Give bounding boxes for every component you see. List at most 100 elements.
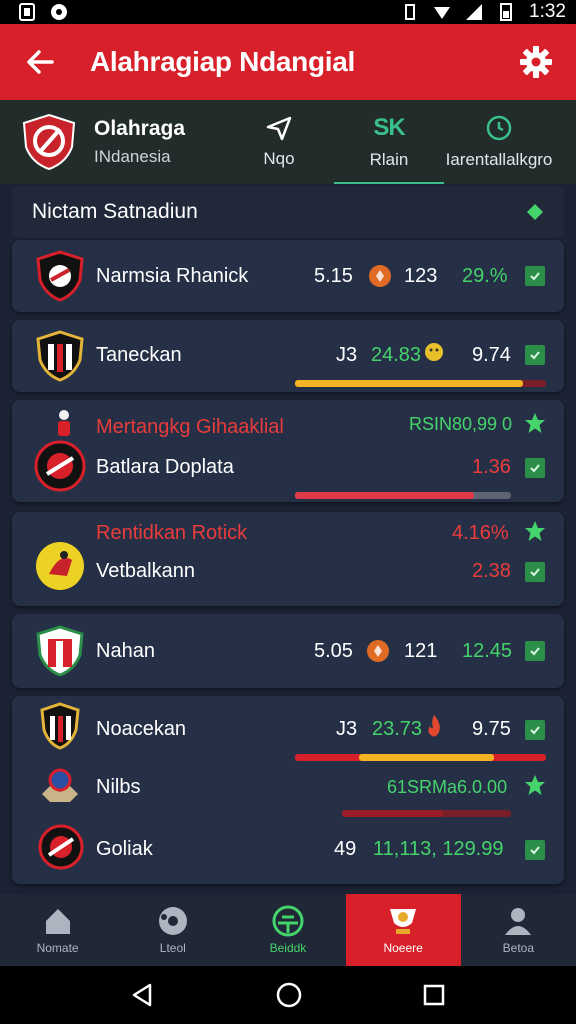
star-icon[interactable] [524, 774, 546, 796]
check-icon[interactable] [525, 345, 545, 365]
score-value: 9.75 [472, 718, 511, 740]
team-logo-icon [40, 702, 80, 750]
odds-value: 2.38 [472, 560, 511, 582]
team-logo-icon [38, 824, 84, 870]
nav-trophy[interactable]: Noeere [345, 894, 461, 966]
team-name: Narmsia Rhanick [96, 265, 249, 287]
match-card[interactable]: Taneckan J3 24.83 9.74 [12, 320, 564, 392]
match-row[interactable]: Goliak 49 11,113, 129.99 [12, 818, 564, 878]
ball-icon [369, 265, 391, 287]
league-header: Olahraga INdanesia Nqo SK Rlain Iarental… [0, 100, 576, 184]
odds-value: 1.36 [472, 456, 511, 478]
check-icon[interactable] [525, 840, 545, 860]
home-circle-icon[interactable] [275, 981, 303, 1009]
nav-stadium[interactable]: Beiddk [230, 894, 345, 966]
tab-label: Iarentallalkgro [445, 150, 553, 169]
tab-label: Nqo [263, 149, 295, 168]
progress-bar [295, 380, 523, 387]
percent-value: 12.45 [462, 640, 513, 662]
app-screen: 1:32 Alahragiap Ndangial Olahraga INdane… [0, 0, 576, 1024]
check-icon[interactable] [525, 458, 545, 478]
score-value: 5.05 [314, 640, 353, 662]
check-icon[interactable] [525, 641, 545, 661]
nav-label: Lteol [159, 941, 186, 955]
league-crest-icon [22, 113, 76, 171]
team-logo-icon [36, 625, 84, 677]
emoji-icon [425, 343, 443, 361]
check-icon[interactable] [525, 562, 545, 582]
section-header[interactable]: Nictam Satnadiun [12, 186, 564, 238]
promo-value: 4.16% [452, 522, 509, 544]
recents-square-icon[interactable] [422, 983, 446, 1007]
team-logo-icon [34, 440, 86, 492]
status-bar: 1:32 [0, 0, 576, 24]
score-value: 49 [334, 838, 357, 860]
promo-value: 61SRMa6.0.00 [387, 777, 508, 797]
team-name: Vetbalkann [96, 560, 195, 582]
battery-icon [500, 3, 513, 21]
send-icon [266, 116, 292, 141]
player-icon [58, 410, 70, 436]
star-icon[interactable] [524, 412, 546, 434]
score-value: J3 [336, 344, 358, 366]
nav-live[interactable]: Lteol [115, 894, 230, 966]
nav-profile[interactable]: Betoa [461, 894, 576, 966]
page-title: Alahragiap Ndangial [90, 46, 356, 77]
system-navigation [0, 966, 576, 1024]
ball-icon [367, 640, 389, 662]
score-value: 123 [404, 265, 438, 287]
promo-title: Mertangkg Gihaaklial [96, 416, 284, 438]
match-row[interactable]: Nilbs 61SRMa6.0.00 [12, 758, 564, 818]
tab-label: Rlain [369, 150, 409, 169]
bottom-navigation: Nomate Lteol Beiddk Noeere Betoa [0, 894, 576, 966]
nav-home[interactable]: Nomate [0, 894, 115, 966]
tab-nqo[interactable]: Nqo [224, 100, 334, 184]
check-icon[interactable] [525, 720, 545, 740]
arrow-left-icon [27, 50, 54, 74]
match-card[interactable]: Mertangkg Gihaaklial RSIN80,99 0 Batlara… [12, 400, 564, 502]
match-card[interactable]: Nahan 5.05 121 12.45 [12, 614, 564, 688]
star-icon[interactable] [524, 520, 546, 542]
league-country: INdanesia [94, 147, 171, 166]
fire-icon [428, 715, 440, 737]
app-bar: Alahragiap Ndangial [0, 24, 576, 100]
status-time: 1:32 [529, 1, 566, 22]
team-logo-icon [42, 768, 78, 802]
wifi-icon [434, 7, 451, 19]
tab-bar: Nqo SK Rlain Iarentallalkgro [224, 100, 576, 184]
team-name: Batlara Doplata [96, 456, 234, 478]
match-card[interactable]: Rentidkan Rotick 4.16% Vetbalkann 2.38 [12, 512, 564, 606]
back-button[interactable] [20, 42, 60, 82]
percent-value: 29.% [462, 265, 508, 287]
odds-value: 23.73 [372, 718, 423, 740]
match-group-card: Noacekan J3 23.73 9.75 Nilbs 61SRMa6.0.0… [12, 696, 564, 884]
settings-button[interactable] [516, 42, 556, 82]
nav-label: Betoa [502, 941, 535, 955]
ball-status-icon [51, 4, 67, 20]
match-row[interactable]: Noacekan J3 23.73 9.75 [12, 698, 564, 761]
score-value: 5.15 [314, 265, 353, 287]
check-icon[interactable] [525, 266, 545, 286]
team-name: Nahan [96, 640, 155, 662]
ball-icon [158, 907, 187, 935]
team-name: Taneckan [96, 344, 182, 366]
gear-icon [520, 46, 552, 78]
score-value: 9.74 [472, 344, 511, 366]
match-card[interactable]: Narmsia Rhanick 5.15 123 29.% [12, 240, 564, 312]
profile-icon [505, 908, 532, 935]
clock-icon [486, 115, 512, 141]
team-logo-icon [36, 542, 84, 590]
tab-iarentallalkgro[interactable]: Iarentallalkgro [444, 100, 554, 184]
progress-bar [342, 810, 443, 817]
team-logo-icon [36, 330, 84, 382]
odds-value: 24.83 [371, 344, 422, 366]
odds-value: 11,113, 129.99 [373, 838, 504, 860]
tab-rlain[interactable]: SK Rlain [334, 100, 444, 184]
diamond-icon [527, 204, 543, 220]
section-title: Nictam Satnadiun [32, 200, 198, 223]
score-value: 121 [404, 640, 438, 662]
trophy-icon [390, 909, 417, 934]
nav-label: Noeere [383, 941, 423, 955]
team-name: Noacekan [96, 718, 187, 740]
back-triangle-icon[interactable] [130, 982, 156, 1008]
